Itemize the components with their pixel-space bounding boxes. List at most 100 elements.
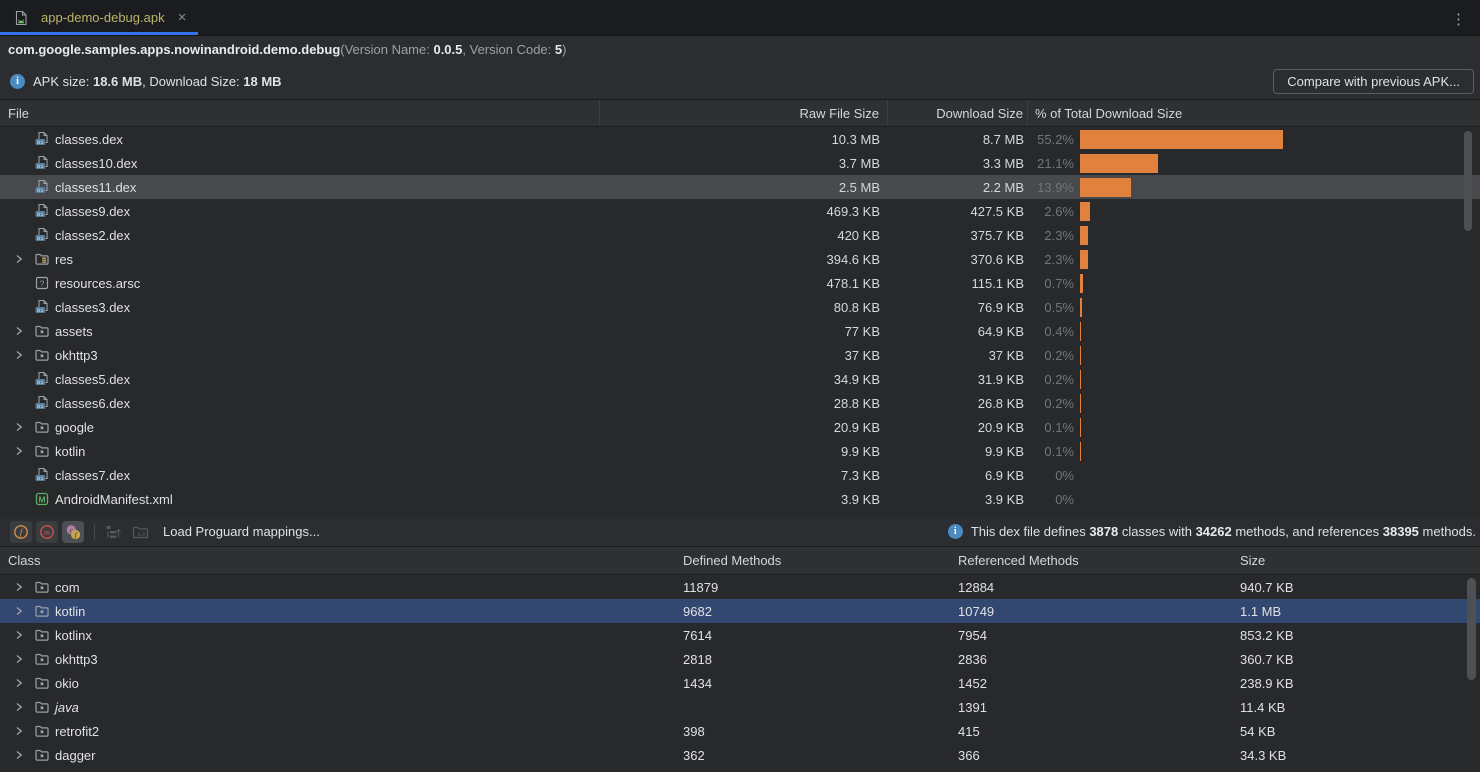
column-header-download-size[interactable]: Download Size bbox=[888, 100, 1028, 126]
file-row[interactable]: 01classes9.dex469.3 KB427.5 KB2.6% bbox=[0, 199, 1480, 223]
percent-value: 2.3% bbox=[1028, 228, 1074, 243]
svg-text:a.b: a.b bbox=[137, 532, 146, 538]
download-size-value: 18 MB bbox=[243, 74, 281, 89]
expand-tree-icon[interactable] bbox=[103, 522, 123, 542]
deobfuscate-names-icon[interactable]: a.b bbox=[131, 522, 151, 542]
referenced-methods: 12884 bbox=[950, 580, 1232, 595]
chevron-right-icon[interactable] bbox=[14, 750, 34, 760]
chevron-right-icon[interactable] bbox=[14, 702, 34, 712]
class-row[interactable]: okio14341452238.9 KB bbox=[0, 671, 1480, 695]
file-row[interactable]: 01classes11.dex2.5 MB2.2 MB13.9% bbox=[0, 175, 1480, 199]
percent-cell: 55.2% bbox=[1028, 130, 1480, 149]
chevron-right-icon[interactable] bbox=[14, 350, 34, 360]
chevron-right-icon[interactable] bbox=[14, 326, 34, 336]
column-header-size[interactable]: Size bbox=[1232, 553, 1480, 568]
file-name-cell: kotlin bbox=[0, 443, 600, 459]
package-size: 34.3 KB bbox=[1232, 748, 1480, 763]
download-size: 3.3 MB bbox=[888, 156, 1028, 171]
file-name-cell: 01classes11.dex bbox=[0, 179, 600, 195]
package-name-cell: kotlin bbox=[0, 603, 672, 619]
percent-cell: 21.1% bbox=[1028, 154, 1480, 173]
package-name: kotlin bbox=[55, 604, 85, 619]
file-row[interactable]: ?resources.arsc478.1 KB115.1 KB0.7% bbox=[0, 271, 1480, 295]
package-size: 54 KB bbox=[1232, 724, 1480, 739]
file-row[interactable]: 01classes.dex10.3 MB8.7 MB55.2% bbox=[0, 127, 1480, 151]
package-size: 238.9 KB bbox=[1232, 676, 1480, 691]
class-table-scrollbar[interactable] bbox=[1467, 578, 1476, 680]
chevron-right-icon[interactable] bbox=[14, 606, 34, 616]
column-header-file[interactable]: File bbox=[0, 100, 600, 126]
chevron-right-icon[interactable] bbox=[14, 582, 34, 592]
column-header-defined-methods[interactable]: Defined Methods bbox=[672, 553, 950, 568]
column-header-class[interactable]: Class bbox=[0, 553, 672, 568]
show-methods-toggle[interactable]: m bbox=[36, 521, 58, 543]
chevron-right-icon[interactable] bbox=[14, 630, 34, 640]
file-table-scrollbar[interactable] bbox=[1464, 131, 1472, 231]
version-name-value: 0.0.5 bbox=[433, 42, 462, 57]
percent-bar bbox=[1080, 154, 1158, 173]
file-row[interactable]: 01classes5.dex34.9 KB31.9 KB0.2% bbox=[0, 367, 1480, 391]
file-row[interactable]: kotlin9.9 KB9.9 KB0.1% bbox=[0, 439, 1480, 463]
column-header-raw-file-size[interactable]: Raw File Size bbox=[600, 100, 888, 126]
show-fields-toggle[interactable]: f bbox=[10, 521, 32, 543]
download-size: 20.9 KB bbox=[888, 420, 1028, 435]
referenced-methods: 415 bbox=[950, 724, 1232, 739]
file-row[interactable]: 01classes10.dex3.7 MB3.3 MB21.1% bbox=[0, 151, 1480, 175]
raw-file-size: 7.3 KB bbox=[600, 468, 888, 483]
file-row[interactable]: google20.9 KB20.9 KB0.1% bbox=[0, 415, 1480, 439]
chevron-right-icon[interactable] bbox=[14, 446, 34, 456]
kebab-menu-icon[interactable]: ⋮ bbox=[1451, 10, 1466, 28]
compare-with-previous-apk-button[interactable]: Compare with previous APK... bbox=[1273, 69, 1474, 94]
chevron-right-icon[interactable] bbox=[14, 678, 34, 688]
chevron-right-icon[interactable] bbox=[14, 654, 34, 664]
file-name: classes6.dex bbox=[55, 396, 130, 411]
column-header-referenced-methods[interactable]: Referenced Methods bbox=[950, 553, 1232, 568]
chevron-right-icon[interactable] bbox=[14, 726, 34, 736]
class-row[interactable]: java139111.4 KB bbox=[0, 695, 1480, 719]
class-row[interactable]: okhttp328182836360.7 KB bbox=[0, 647, 1480, 671]
svg-text:m: m bbox=[44, 527, 50, 537]
tab-apk-file[interactable]: app-demo-debug.apk × bbox=[0, 0, 200, 35]
editor-tab-bar: app-demo-debug.apk × ⋮ bbox=[0, 0, 1480, 36]
chevron-right-icon[interactable] bbox=[14, 254, 34, 264]
referenced-methods: 1391 bbox=[950, 700, 1232, 715]
load-proguard-mappings-label[interactable]: Load Proguard mappings... bbox=[163, 524, 320, 539]
column-header-percent-of-total[interactable]: % of Total Download Size bbox=[1028, 100, 1480, 126]
dex-icon: 01 bbox=[34, 227, 50, 243]
file-row[interactable]: 01classes7.dex7.3 KB6.9 KB0% bbox=[0, 463, 1480, 487]
res-folder-icon bbox=[34, 251, 50, 267]
file-name-cell: 01classes10.dex bbox=[0, 155, 600, 171]
defined-methods: 2818 bbox=[672, 652, 950, 667]
referenced-methods: 10749 bbox=[950, 604, 1232, 619]
class-row[interactable]: dagger36236634.3 KB bbox=[0, 743, 1480, 767]
percent-value: 0.2% bbox=[1028, 348, 1074, 363]
chevron-right-icon[interactable] bbox=[14, 422, 34, 432]
package-name: kotlinx bbox=[55, 628, 92, 643]
file-row[interactable]: MAndroidManifest.xml3.9 KB3.9 KB0% bbox=[0, 487, 1480, 511]
class-row[interactable]: com1187912884940.7 KB bbox=[0, 575, 1480, 599]
file-row[interactable]: 01classes2.dex420 KB375.7 KB2.3% bbox=[0, 223, 1480, 247]
referenced-methods: 2836 bbox=[950, 652, 1232, 667]
raw-file-size: 9.9 KB bbox=[600, 444, 888, 459]
show-all-referenced-toggle[interactable]: c f bbox=[62, 521, 84, 543]
class-row[interactable]: kotlinx76147954853.2 KB bbox=[0, 623, 1480, 647]
file-row[interactable]: 01classes6.dex28.8 KB26.8 KB0.2% bbox=[0, 391, 1480, 415]
manifest-icon: M bbox=[34, 491, 50, 507]
file-row[interactable]: 01classes3.dex80.8 KB76.9 KB0.5% bbox=[0, 295, 1480, 319]
percent-value: 0.2% bbox=[1028, 396, 1074, 411]
file-row[interactable]: assets77 KB64.9 KB0.4% bbox=[0, 319, 1480, 343]
class-row[interactable]: kotlin9682107491.1 MB bbox=[0, 599, 1480, 623]
percent-value: 2.3% bbox=[1028, 252, 1074, 267]
class-row[interactable]: retrofit239841554 KB bbox=[0, 719, 1480, 743]
percent-cell: 0.5% bbox=[1028, 298, 1480, 317]
percent-value: 0.4% bbox=[1028, 324, 1074, 339]
close-icon[interactable]: × bbox=[178, 10, 187, 25]
file-name: google bbox=[55, 420, 94, 435]
percent-cell: 0.1% bbox=[1028, 418, 1480, 437]
file-row[interactable]: res394.6 KB370.6 KB2.3% bbox=[0, 247, 1480, 271]
download-size: 370.6 KB bbox=[888, 252, 1028, 267]
file-row[interactable]: okhttp337 KB37 KB0.2% bbox=[0, 343, 1480, 367]
dex-icon: 01 bbox=[34, 371, 50, 387]
percent-cell: 2.6% bbox=[1028, 202, 1480, 221]
percent-cell: 0.2% bbox=[1028, 370, 1480, 389]
